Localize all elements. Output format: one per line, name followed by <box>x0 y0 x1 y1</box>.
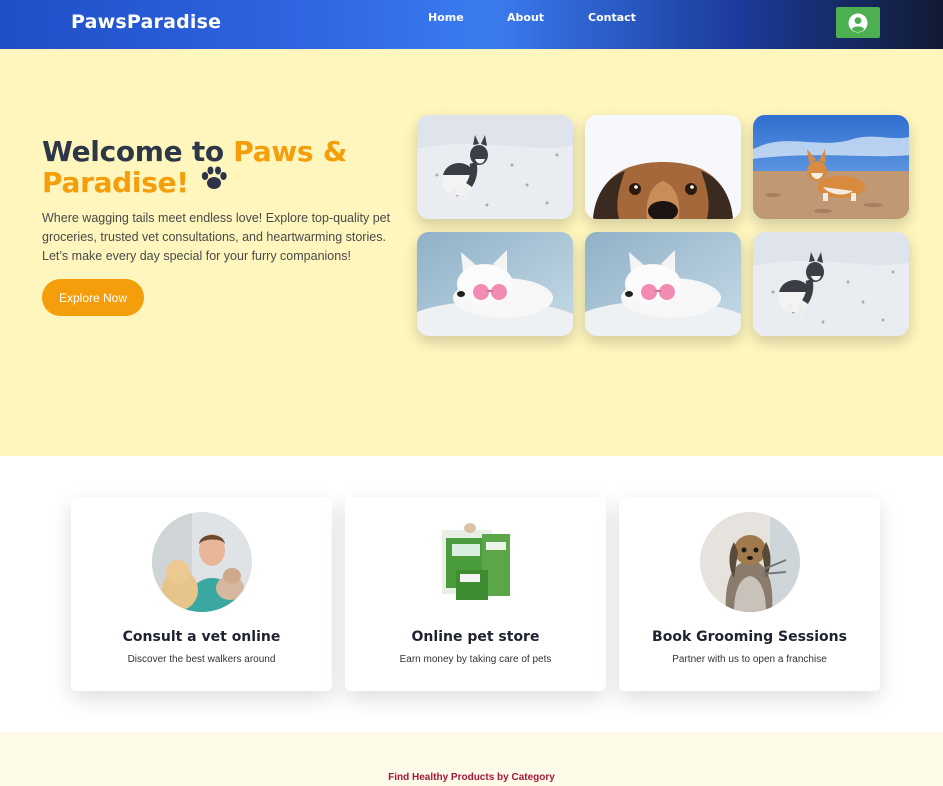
services-section: Consult a vet online Discover the best w… <box>0 456 943 732</box>
husky-photo-2 <box>753 232 909 336</box>
white-dog-glasses-photo-2 <box>585 232 741 336</box>
white-dog-glasses-photo <box>417 232 573 336</box>
nav-links: Home About Contact <box>0 11 943 27</box>
service-card-description: Discover the best walkers around <box>127 654 276 665</box>
service-card-description: Partner with us to open a franchise <box>672 654 827 665</box>
service-card-title: Consult a vet online <box>122 629 281 645</box>
service-card-title: Online pet store <box>411 629 540 645</box>
peeking-dog-photo <box>585 115 741 219</box>
category-section: Find Healthy Products by Category <box>0 732 943 786</box>
service-card-vet[interactable]: Consult a vet online Discover the best w… <box>71 497 332 691</box>
nav-link-about[interactable]: About <box>507 11 544 24</box>
profile-button[interactable] <box>836 7 880 38</box>
vet-with-pets-image <box>152 512 252 612</box>
corgi-photo <box>753 115 909 219</box>
hero-title: Welcome to Paws & Paradise! <box>42 136 382 198</box>
service-card-description: Earn money by taking care of pets <box>399 654 552 665</box>
navbar: PawsParadise Home About Contact <box>0 0 943 49</box>
hero-description: Where wagging tails meet endless love! E… <box>42 211 391 263</box>
dog-grooming-image <box>700 512 800 612</box>
service-card-grooming[interactable]: Book Grooming Sessions Partner with us t… <box>619 497 880 691</box>
service-card-store[interactable]: Online pet store Earn money by taking ca… <box>345 497 606 691</box>
hero-section: Welcome to Paws & Paradise! Where waggin… <box>0 49 943 456</box>
pet-products-image <box>426 512 526 612</box>
explore-now-button[interactable]: Explore Now <box>42 279 144 316</box>
user-circle-icon <box>848 13 868 32</box>
service-card-title: Book Grooming Sessions <box>652 629 847 645</box>
husky-photo <box>417 115 573 219</box>
paw-icon <box>199 165 229 197</box>
category-title: Find Healthy Products by Category <box>388 772 555 783</box>
nav-link-contact[interactable]: Contact <box>588 11 636 24</box>
hero-title-prefix: Welcome to <box>42 135 234 168</box>
nav-link-home[interactable]: Home <box>428 11 464 24</box>
